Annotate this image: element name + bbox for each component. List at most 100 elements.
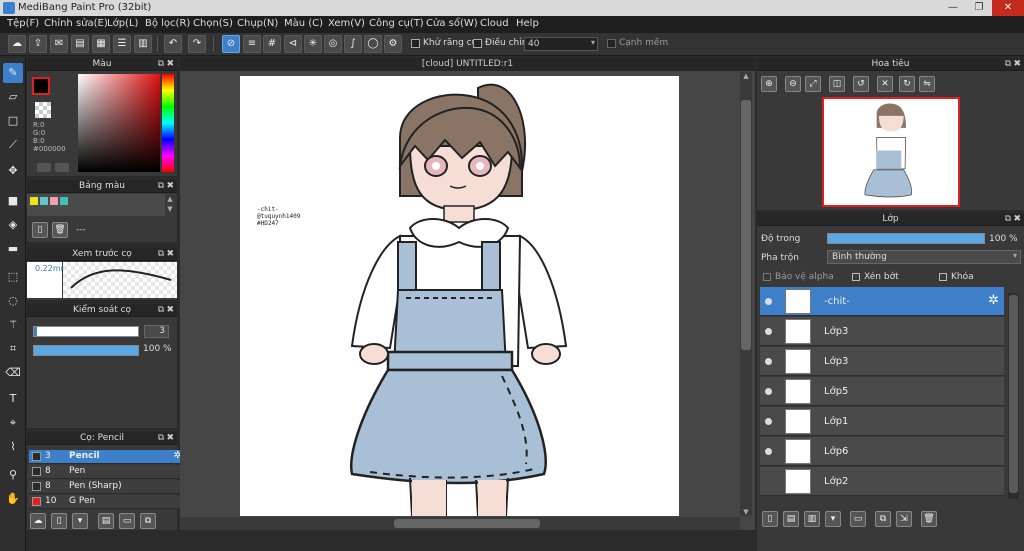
minimize-button[interactable]: — [940, 0, 966, 16]
lock-checkbox[interactable] [939, 273, 947, 281]
undock-icon[interactable]: ⧉ [158, 58, 164, 71]
layer-row[interactable]: Lớp5 [760, 377, 1004, 406]
grid-snap-icon[interactable]: # [263, 35, 281, 53]
flip-icon[interactable]: ⇋ [919, 76, 935, 92]
undock-icon[interactable]: ⧉ [158, 304, 164, 317]
swatch-scroll[interactable]: ▲ ▼ [165, 194, 175, 216]
brush-opacity-slider[interactable] [33, 345, 139, 356]
layer-row[interactable]: -chit- ✲ [760, 287, 1004, 316]
layer-row[interactable]: Lớp3 [760, 347, 1004, 376]
undock-icon[interactable]: ⧉ [158, 248, 164, 261]
share-icon[interactable]: ⇪ [29, 35, 47, 53]
rotate-right-icon[interactable]: ↻ [899, 76, 915, 92]
eyedropper-icon[interactable]: ⚲ [3, 465, 23, 485]
visibility-icon[interactable] [765, 298, 772, 305]
add-layer-menu-icon[interactable]: ▾ [825, 511, 841, 527]
menu-help[interactable]: Help [516, 18, 539, 29]
new-swatch-icon[interactable]: ▯ [32, 222, 48, 238]
menu-snap[interactable]: Chụp(N) [237, 18, 278, 29]
radial-snap-icon[interactable]: ✳ [304, 35, 322, 53]
brush-settings-icon[interactable]: ▤ [98, 513, 114, 529]
add-brush-menu-icon[interactable]: ▾ [72, 513, 88, 529]
clipping-checkbox[interactable] [852, 273, 860, 281]
folder-icon[interactable]: ▭ [119, 513, 135, 529]
layer-row[interactable]: Lớp6 [760, 437, 1004, 466]
lasso-tool-icon[interactable]: ◌ [3, 291, 23, 311]
layer-row[interactable]: Lớp2 [760, 467, 1004, 496]
line-tool-icon[interactable]: ⟋ [3, 135, 23, 155]
merge-layer-icon[interactable]: ⇲ [896, 511, 912, 527]
select-pen-icon[interactable]: ⌗ [3, 339, 23, 359]
bucket-tool-icon[interactable]: ◈ [3, 215, 23, 235]
visibility-icon[interactable] [765, 358, 772, 365]
color-swatch[interactable] [50, 197, 58, 205]
layer-row[interactable]: Lớp1 [760, 407, 1004, 436]
visibility-icon[interactable] [765, 388, 772, 395]
hue-slider[interactable] [162, 74, 174, 172]
vertical-scrollbar[interactable]: ▲ ▼ [740, 72, 752, 516]
select-eraser-icon[interactable]: ⌫ [3, 363, 23, 383]
navigator-preview[interactable] [822, 97, 960, 207]
ellipse-snap-icon[interactable]: ◯ [364, 35, 382, 53]
parallel-snap-icon[interactable]: ≡ [243, 35, 261, 53]
close-button[interactable]: ✕ [992, 0, 1024, 16]
horizontal-scrollbar[interactable] [180, 517, 740, 530]
brush-tool-icon[interactable]: ✎ [3, 63, 23, 83]
layer-opacity-slider[interactable] [827, 233, 985, 244]
undock-icon[interactable]: ⧉ [158, 180, 164, 193]
undock-icon[interactable]: ⧉ [1005, 58, 1011, 71]
hand-tool-icon[interactable]: ✋ [3, 489, 23, 509]
trash-icon[interactable]: 🗑 [52, 222, 68, 238]
adjust-checkbox[interactable] [473, 39, 482, 48]
duplicate-layer-icon[interactable]: ⧉ [875, 511, 891, 527]
no-snap-icon[interactable]: ⊘ [222, 35, 240, 53]
brush-size-field[interactable]: 3 [144, 325, 169, 338]
menu-view[interactable]: Xem(V) [328, 18, 365, 29]
menu-color[interactable]: Màu (C) [284, 18, 323, 29]
comment-icon[interactable]: ✉ [50, 35, 68, 53]
menu-window[interactable]: Cửa sổ(W) [426, 18, 478, 29]
zoom-out-icon[interactable]: ⊖ [785, 76, 801, 92]
close-icon[interactable]: ✖ [1013, 58, 1021, 71]
operation-tool-icon[interactable]: ⌖ [3, 413, 23, 433]
color-mode-button[interactable] [37, 163, 51, 172]
duplicate-brush-icon[interactable]: ⧉ [140, 513, 156, 529]
maximize-button[interactable]: ❐ [966, 0, 992, 16]
document-tab[interactable]: [cloud] UNTITLED:r1 [180, 58, 755, 71]
trash-icon[interactable]: 🗑 [921, 511, 937, 527]
menu-file[interactable]: Tệp(F) [7, 18, 39, 29]
rectangle-tool-icon[interactable]: □ [3, 111, 23, 131]
cloud-brush-icon[interactable]: ☁ [30, 513, 46, 529]
dropper-brush-icon[interactable]: ⌇ [3, 437, 23, 457]
close-icon[interactable]: ✖ [166, 432, 174, 445]
close-icon[interactable]: ✖ [166, 180, 174, 193]
settings-icon[interactable]: ⚙ [384, 35, 402, 53]
curve-snap-icon[interactable]: ∫ [344, 35, 362, 53]
perspective-snap-icon[interactable]: ⊲ [284, 35, 302, 53]
undock-icon[interactable]: ⧉ [1005, 213, 1011, 226]
move-tool-icon[interactable]: ✥ [3, 161, 23, 181]
layer-scroll-thumb[interactable] [1009, 295, 1018, 493]
brush-item[interactable]: 8 Pen (Sharp) [29, 480, 185, 494]
page-icon[interactable]: ▦ [92, 35, 110, 53]
menu-edit[interactable]: Chỉnh sửa(E) [44, 18, 108, 29]
new-halftone-layer-icon[interactable]: ▤ [783, 511, 799, 527]
layer-row[interactable]: Lớp3 [760, 317, 1004, 346]
fit-icon[interactable]: ⤢ [805, 76, 821, 92]
menu-cloud[interactable]: Cloud [480, 18, 509, 29]
vertical-scroll-thumb[interactable] [741, 100, 751, 350]
gear-icon[interactable]: ✲ [988, 293, 999, 308]
magic-wand-icon[interactable]: ⚚ [3, 315, 23, 335]
cloud-icon[interactable]: ☁ [8, 35, 26, 53]
zoom-in-icon[interactable]: ⊕ [761, 76, 777, 92]
color-swatch[interactable] [30, 197, 38, 205]
layer-scrollbar[interactable] [1008, 293, 1019, 499]
new-8bit-layer-icon[interactable]: ▥ [804, 511, 820, 527]
gradient-tool-icon[interactable]: ▬ [3, 239, 23, 259]
protect-alpha-checkbox[interactable] [763, 273, 771, 281]
undock-icon[interactable]: ⧉ [158, 432, 164, 445]
saturation-value-picker[interactable] [78, 74, 160, 172]
brush-item[interactable]: 3 Pencil ✲ [29, 450, 185, 464]
visibility-icon[interactable] [765, 328, 772, 335]
menu-filter[interactable]: Bộ lọc(R) [145, 18, 190, 29]
